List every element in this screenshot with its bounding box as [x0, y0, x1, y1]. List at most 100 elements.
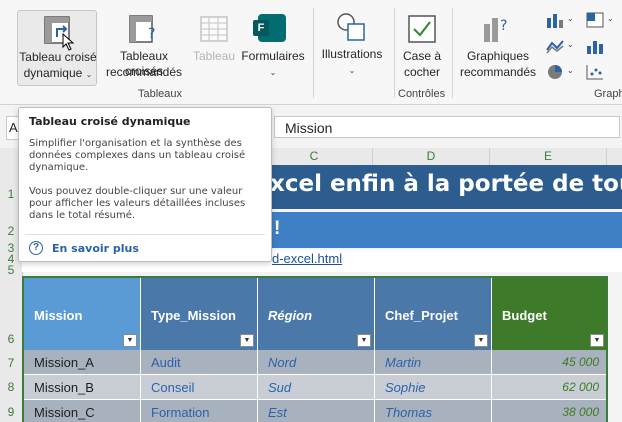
cell-budget[interactable]: 62 000 — [492, 375, 606, 400]
title-banner-text: xcel enfin à la portée de tous — [270, 171, 622, 197]
tooltip-title: Tableau croisé dynamique — [29, 115, 191, 128]
row-header[interactable]: 7 — [0, 356, 22, 370]
column-chart-button[interactable]: ⌄ — [546, 12, 576, 32]
header-mission-label: Mission — [34, 308, 83, 323]
cell-budget[interactable]: 45 000 — [492, 350, 606, 375]
illustrations-button[interactable]: Illustrations ⌄ — [318, 10, 386, 86]
filter-dropdown-icon[interactable]: ▼ — [357, 334, 371, 347]
hierarchy-chart-icon — [586, 12, 604, 28]
ribbon-separator — [394, 8, 395, 98]
header-region-label: Région — [268, 308, 313, 323]
formula-input[interactable]: Mission — [274, 116, 620, 138]
line-chart-button[interactable]: ⌄ — [546, 38, 576, 58]
chevron-down-icon: ⌄ — [269, 68, 277, 77]
filter-dropdown-icon[interactable]: ▼ — [590, 334, 604, 347]
table-button[interactable]: Tableau — [190, 10, 238, 86]
checkbox-label-1: Case à — [402, 49, 442, 63]
recommended-pivot-icon: ? — [129, 15, 155, 43]
row-header[interactable]: 8 — [0, 380, 22, 394]
group-label-controls: Contrôles — [398, 88, 446, 100]
cell-region[interactable]: Nord — [258, 350, 375, 375]
pivot-table-button[interactable]: Tableau croisé dynamique ⌄ — [17, 10, 97, 86]
column-header-e[interactable]: E — [490, 148, 607, 165]
pivot-table-label-2: dynamique ⌄ — [18, 66, 98, 82]
hyperlink[interactable]: d-excel.html — [272, 251, 342, 266]
header-type-mission-label: Type_Mission — [151, 308, 237, 323]
header-chef-projet[interactable]: Chef_Projet ▼ — [375, 278, 492, 350]
pivot-table-label-2-text: dynamique — [23, 66, 83, 80]
ribbon-separator — [452, 8, 453, 98]
recommended-charts-label-1: Graphiques — [466, 49, 530, 63]
filter-dropdown-icon[interactable]: ▼ — [240, 334, 254, 347]
chevron-down-icon: ⌄ — [85, 70, 93, 79]
column-header-c[interactable]: C — [256, 148, 373, 165]
recommended-pivot-tables-button[interactable]: ? Tableaux croisés recommandés — [100, 10, 188, 86]
recommended-charts-icon: ? — [484, 18, 507, 42]
forms-label: Formulaires ⌄ — [240, 49, 306, 80]
scatter-chart-icon — [586, 65, 603, 80]
cell-chef-projet[interactable]: Martin — [375, 350, 492, 375]
mouse-cursor-icon — [62, 33, 75, 51]
svg-text:?: ? — [148, 26, 155, 42]
illustrations-icon — [337, 13, 365, 41]
header-region[interactable]: Région ▼ — [258, 278, 375, 350]
ribbon-separator — [313, 8, 314, 98]
tooltip-divider — [25, 234, 265, 235]
illustrations-label: Illustrations ⌄ — [318, 47, 386, 78]
row-header[interactable]: 5 — [0, 263, 22, 277]
help-icon[interactable]: ? — [29, 241, 43, 255]
cell-mission[interactable]: Mission_C — [24, 400, 141, 422]
checkbox-button[interactable]: Case à cocher — [397, 10, 447, 86]
pie-chart-button[interactable]: ⌄ — [546, 64, 576, 84]
cell-type-mission[interactable]: Conseil — [141, 375, 258, 400]
chevron-down-icon: ⌄ — [607, 14, 614, 23]
table-icon — [200, 16, 228, 42]
subtitle-banner-text: ! — [274, 218, 281, 239]
header-type-mission[interactable]: Type_Mission ▼ — [141, 278, 258, 350]
header-budget-label: Budget — [502, 308, 547, 323]
illustrations-label-text: Illustrations — [321, 47, 383, 61]
cell-chef-projet[interactable]: Sophie — [375, 375, 492, 400]
header-budget[interactable]: Budget ▼ — [492, 278, 606, 350]
statistic-chart-icon — [587, 41, 603, 54]
header-mission[interactable]: Mission ▼ — [24, 278, 141, 350]
forms-letter: F — [253, 20, 269, 36]
chevron-down-icon: ⌄ — [348, 66, 356, 75]
forms-icon: F — [253, 14, 286, 42]
cell-type-mission[interactable]: Formation — [141, 400, 258, 422]
checkbox-label-2: cocher — [403, 65, 441, 79]
column-chart-icon — [547, 14, 563, 28]
pie-chart-icon — [548, 65, 562, 79]
scatter-chart-button[interactable] — [586, 64, 620, 84]
cell-region[interactable]: Sud — [258, 375, 375, 400]
svg-text:?: ? — [500, 18, 507, 34]
tooltip-description: Simplifier l'organisation et la synthèse… — [29, 138, 246, 173]
column-header-d[interactable]: D — [373, 148, 490, 165]
filter-dropdown-icon[interactable]: ▼ — [474, 334, 488, 347]
hierarchy-chart-button[interactable]: ⌄ — [586, 12, 620, 32]
chevron-down-icon: ⌄ — [567, 66, 574, 75]
cell-chef-projet[interactable]: Thomas — [375, 400, 492, 422]
checkbox-icon — [408, 15, 436, 43]
filter-dropdown-icon[interactable]: ▼ — [123, 334, 137, 347]
cell-type-mission[interactable]: Audit — [141, 350, 258, 375]
chevron-down-icon: ⌄ — [567, 14, 574, 23]
statistic-chart-button[interactable] — [586, 38, 620, 58]
learn-more-link[interactable]: En savoir plus — [52, 242, 139, 255]
cell-mission[interactable]: Mission_B — [24, 375, 141, 400]
ribbon: Tableau croisé dynamique ⌄ ? Tableaux cr… — [0, 0, 622, 105]
cell-region[interactable]: Est — [258, 400, 375, 422]
table-row: Mission_A Audit Nord Martin 45 000 — [24, 350, 606, 375]
cell-mission[interactable]: Mission_A — [24, 350, 141, 375]
header-chef-projet-label: Chef_Projet — [385, 308, 458, 323]
row-header[interactable]: 9 — [0, 405, 22, 419]
cell-budget[interactable]: 38 000 — [492, 400, 606, 422]
recommended-charts-button[interactable]: ? Graphiques recommandés — [456, 10, 540, 86]
chevron-down-icon: ⌄ — [567, 40, 574, 49]
forms-button[interactable]: F Formulaires ⌄ — [240, 10, 306, 86]
table-row: Mission_C Formation Est Thomas 38 000 — [24, 400, 606, 422]
group-label-tables: Tableaux — [138, 88, 183, 100]
pivot-table-tooltip: Tableau croisé dynamique Simplifier l'or… — [18, 107, 272, 262]
table-label: Tableau — [192, 49, 236, 63]
row-header[interactable]: 6 — [0, 332, 22, 346]
